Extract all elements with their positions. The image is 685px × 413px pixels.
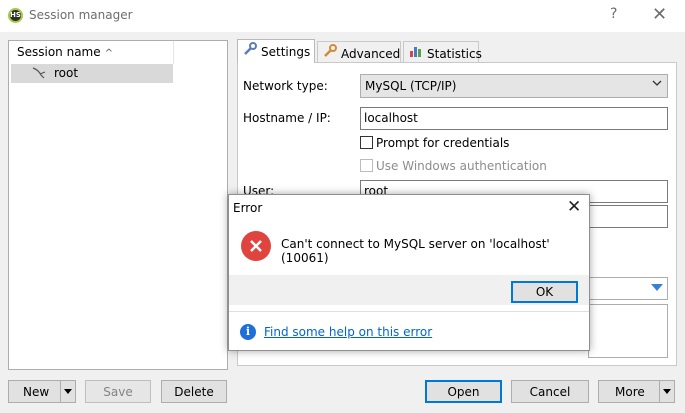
network-type-select[interactable]: MySQL (TCP/IP): [360, 74, 668, 98]
tab-statistics[interactable]: Statistics: [403, 41, 482, 62]
dropdown-arrow-icon: [651, 284, 663, 291]
more-dropdown-arrow-icon[interactable]: [659, 381, 674, 402]
cancel-button[interactable]: Cancel: [511, 380, 589, 403]
save-button: Save: [85, 380, 151, 403]
dialog-title: Error: [233, 201, 263, 215]
prompt-credentials-checkbox[interactable]: [360, 136, 373, 149]
wrench-icon: [323, 44, 337, 61]
more-button[interactable]: More: [598, 380, 675, 403]
mysql-dolphin-icon: [31, 66, 47, 83]
hostname-label: Hostname / IP:: [243, 111, 331, 125]
dialog-divider: [229, 311, 589, 312]
bar-chart-icon: [409, 44, 423, 61]
network-type-label: Network type:: [243, 79, 328, 93]
windows-auth-checkbox: [360, 159, 373, 172]
open-button[interactable]: Open: [425, 380, 502, 403]
network-type-value: MySQL (TCP/IP): [365, 79, 457, 93]
app-icon: HS: [8, 8, 23, 23]
new-button-label: New: [23, 385, 50, 399]
tab-label: Advanced: [341, 47, 401, 61]
more-button-label: More: [615, 385, 645, 399]
error-message: Can't connect to MySQL server on 'localh…: [281, 237, 550, 265]
session-item-root[interactable]: root: [11, 64, 173, 83]
info-icon: i: [240, 324, 256, 340]
sort-ascending-icon: ^: [104, 48, 114, 59]
close-window-button[interactable]: ✕: [652, 4, 667, 25]
ok-button[interactable]: OK: [511, 281, 578, 303]
error-dialog: Error ✕ Can't connect to MySQL server on…: [228, 194, 590, 351]
comment-box[interactable]: [588, 304, 668, 358]
hostname-input[interactable]: localhost: [360, 107, 668, 130]
chevron-down-icon: [652, 79, 662, 90]
database-select[interactable]: [588, 277, 668, 300]
help-button[interactable]: ?: [610, 6, 617, 22]
session-tree[interactable]: Session name ^ root: [8, 40, 228, 370]
close-icon[interactable]: ✕: [567, 197, 581, 217]
tab-label: Statistics: [427, 47, 482, 61]
title-bar: HS Session manager ? ✕: [0, 0, 685, 32]
new-button[interactable]: New: [8, 380, 76, 403]
session-name-column-header[interactable]: Session name ^: [9, 41, 174, 64]
prompt-credentials-label: Prompt for credentials: [376, 136, 510, 150]
new-dropdown-arrow-icon[interactable]: [60, 381, 75, 402]
tab-settings[interactable]: Settings: [237, 39, 315, 63]
session-item-label: root: [54, 66, 79, 80]
tab-advanced[interactable]: Advanced: [317, 41, 401, 62]
error-icon: [241, 231, 271, 261]
delete-button[interactable]: Delete: [161, 380, 227, 403]
windows-auth-label: Use Windows authentication: [376, 159, 547, 173]
help-link[interactable]: Find some help on this error: [264, 325, 432, 339]
wrench-icon: [243, 42, 257, 59]
window-title: Session manager: [29, 8, 133, 22]
column-header-label: Session name: [17, 45, 101, 59]
password-input[interactable]: [588, 205, 668, 228]
tab-label: Settings: [261, 45, 311, 59]
